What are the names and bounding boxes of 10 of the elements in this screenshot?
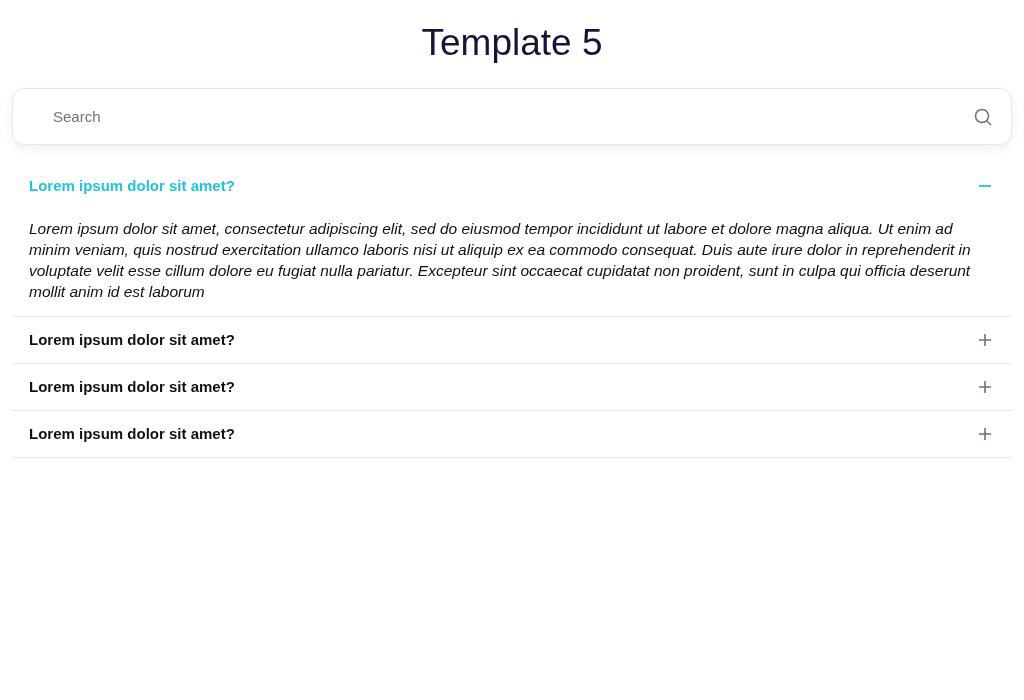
- faq-question[interactable]: Lorem ipsum dolor sit amet?: [29, 376, 235, 399]
- faq-question[interactable]: Lorem ipsum dolor sit amet?: [29, 423, 235, 446]
- search-field[interactable]: Search: [12, 88, 1012, 146]
- search-icon[interactable]: [974, 108, 992, 127]
- plus-icon[interactable]: [978, 380, 992, 395]
- faq-question[interactable]: Lorem ipsum dolor sit amet?: [29, 329, 235, 352]
- faq-answer: Lorem ipsum dolor sit amet, consectetur adipiscing elit, sed do eiusmod tempor incididunt ut labore et dolore magna aliqua. Ut enim ad minim veniam, quis nostrud exercitation ullamco laboris nisi ut aliquip ex ea commodo consequat. Duis aute irure dolor in reprehenderit in voluptate velit esse cillum dolore eu fugiat nulla pariatur. Excepteur sint occaecat cupidatat non proident, sunt in culpa qui officia deserunt mollit anim id est laborum: [28, 219, 972, 303]
- plus-icon[interactable]: [978, 333, 992, 348]
- page-title: Template 5: [421, 21, 603, 65]
- plus-icon[interactable]: [978, 427, 992, 442]
